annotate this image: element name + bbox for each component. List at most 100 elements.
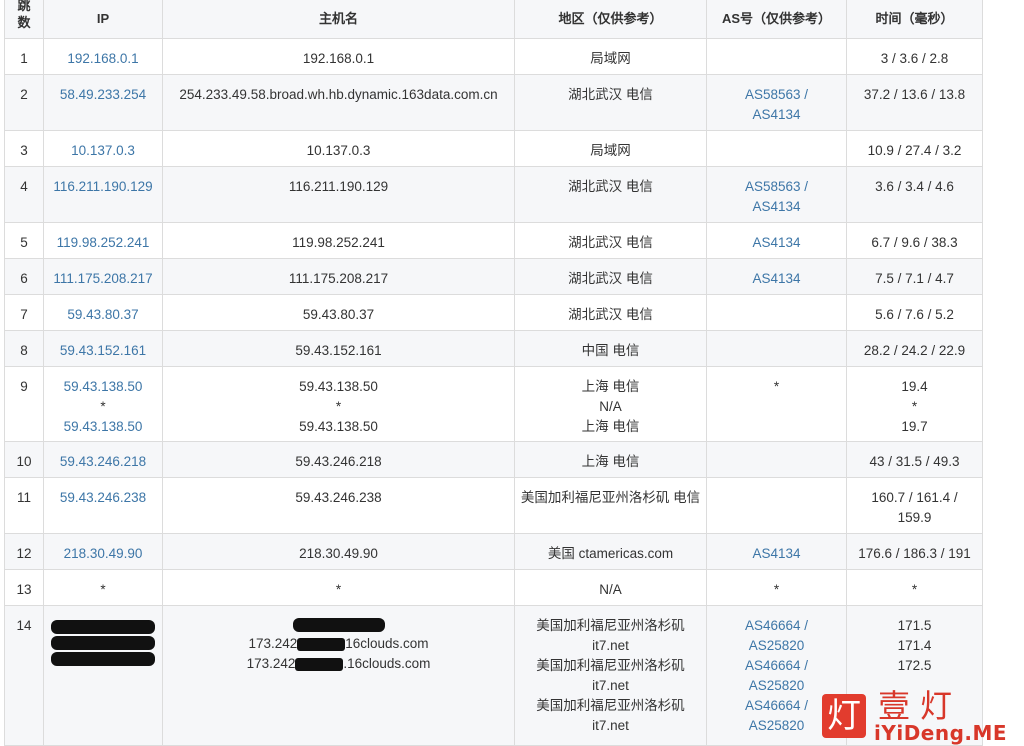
cell-time-text: 28.2 / 24.2 / 22.9 [863, 343, 966, 358]
cell-ip-text[interactable]: 59.43.246.238 [47, 488, 159, 508]
cell-ip-text[interactable]: 59.43.80.37 [47, 305, 159, 325]
cell-time-text: 159.9 [897, 510, 932, 525]
cell-hostname-text: * [335, 399, 342, 414]
cell-hostname: 119.98.252.241 [162, 222, 515, 259]
cell-as: * [706, 569, 847, 606]
cell-region: 湖北武汉 电信 [514, 74, 707, 131]
cell-region-text: 上海 电信 [581, 419, 640, 434]
cell-region-text: 中国 电信 [581, 343, 640, 358]
cell-as [706, 130, 847, 167]
cell-ip-text[interactable]: 59.43.138.50 [47, 417, 159, 437]
cell-region-text: 湖北武汉 电信 [568, 87, 653, 102]
cell-hop-text: 12 [16, 546, 32, 561]
cell-ip: 111.175.208.217 [43, 258, 163, 295]
header-hostname: 主机名 [162, 0, 515, 39]
cell-ip: 10.137.0.3 [43, 130, 163, 167]
traceroute-table: 跳 数 IP 主机名 地区（仅供参考） AS号（仅供参考） 时间（毫秒） 1 19… [4, 0, 983, 746]
cell-as-text[interactable]: AS46664 / [710, 616, 843, 636]
cell-region-text: N/A [599, 582, 622, 597]
cell-as-text[interactable]: AS58563 / [710, 85, 843, 105]
cell-hop-text: 14 [16, 618, 32, 633]
cell-ip: 218.30.49.90 [43, 533, 163, 570]
cell-hop-text: 13 [16, 582, 32, 597]
cell-region-text: 湖北武汉 电信 [568, 235, 653, 250]
table-body: 1 192.168.0.1 192.168.0.1 局域网 3 / 3.6 / 2.8 2… [4, 38, 983, 746]
cell-ip-text[interactable]: 192.168.0.1 [47, 49, 159, 69]
cell-time-text: 160.7 / 161.4 / [871, 490, 958, 505]
cell-as-text[interactable]: AS4134 [710, 544, 843, 564]
cell-region-text: it7.net [592, 638, 629, 653]
cell-as-text[interactable]: AS4134 [710, 197, 843, 217]
cell-region-text: 美国 ctamericas.com [547, 546, 674, 561]
cell-hop-text: 7 [20, 307, 28, 322]
cell-hostname-text: 192.168.0.1 [302, 51, 375, 66]
cell-time-text: 171.4 [897, 638, 932, 653]
cell-region: 局域网 [514, 38, 707, 75]
cell-region: 湖北武汉 电信 [514, 258, 707, 295]
cell-region-text: it7.net [592, 678, 629, 693]
cell-as-text[interactable]: AS4134 [710, 269, 843, 289]
cell-ip-text[interactable]: 119.98.252.241 [47, 233, 159, 253]
cell-as [706, 441, 847, 478]
cell-ip-text[interactable]: 111.175.208.217 [47, 269, 159, 289]
cell-as-text[interactable]: AS58563 / [710, 177, 843, 197]
table-row: 4 116.211.190.129 116.211.190.129 湖北武汉 电信 AS… [4, 166, 983, 223]
cell-region-text: 美国加利福尼亚州洛杉矶 [536, 618, 685, 633]
table-row: 7 59.43.80.37 59.43.80.37 湖北武汉 电信 5.6 / 7.6 … [4, 294, 983, 331]
cell-hop: 3 [4, 130, 44, 167]
cell-time-text: 19.7 [901, 419, 928, 434]
cell-time: 3 / 3.6 / 2.8 [846, 38, 983, 75]
cell-hop: 13 [4, 569, 44, 606]
cell-ip-text[interactable]: 10.137.0.3 [47, 141, 159, 161]
cell-ip-text[interactable]: 218.30.49.90 [47, 544, 159, 564]
cell-as: AS58563 /AS4134 [706, 74, 847, 131]
cell-hostname: 59.43.80.37 [162, 294, 515, 331]
cell-as: AS4134 [706, 258, 847, 295]
cell-time: 160.7 / 161.4 / 159.9 [846, 477, 983, 534]
cell-hop-text: 9 [20, 379, 28, 394]
cell-time-text: 171.5 [897, 618, 932, 633]
cell-region-text: 湖北武汉 电信 [568, 307, 653, 322]
cell-hostname: 59.43.246.238 [162, 477, 515, 534]
redaction-bar [51, 620, 155, 634]
cell-ip: * [43, 569, 163, 606]
cell-time-text: 176.6 / 186.3 / 191 [858, 546, 971, 561]
cell-as-text[interactable]: AS25820 [710, 636, 843, 656]
cell-region-text: 湖北武汉 电信 [568, 179, 653, 194]
cell-ip-text[interactable]: 59.43.138.50 [47, 377, 159, 397]
cell-time-text: 3.6 / 3.4 / 4.6 [875, 179, 954, 194]
table-row: 9 59.43.138.50 * 59.43.138.50 59.43.138.50 * 5… [4, 366, 983, 442]
table-row: 13 * * N/A * * [4, 569, 983, 606]
cell-hostname: 116.211.190.129 [162, 166, 515, 223]
table-row: 8 59.43.152.161 59.43.152.161 中国 电信 28.2 / 2… [4, 330, 983, 367]
cell-as-text[interactable]: AS4134 [710, 233, 843, 253]
cell-time: 37.2 / 13.6 / 13.8 [846, 74, 983, 131]
table-row: 2 58.49.233.254 254.233.49.58.broad.wh.hb.… [4, 74, 983, 131]
cell-ip-text: * [100, 399, 106, 414]
cell-hostname-text: 173.242 [246, 656, 296, 671]
cell-as-text[interactable]: AS4134 [710, 105, 843, 125]
cell-hostname-text: 59.43.246.238 [295, 490, 382, 505]
cell-hostname: 192.168.0.1 [162, 38, 515, 75]
cell-region-text: 美国加利福尼亚州洛杉矶 [536, 658, 685, 673]
cell-time: 6.7 / 9.6 / 38.3 [846, 222, 983, 259]
cell-region: 美国加利福尼亚州洛杉矶 it7.net 美国加利福尼亚州洛杉矶 it7.net 美国加利… [514, 605, 707, 746]
header-region: 地区（仅供参考） [514, 0, 707, 39]
cell-hostname: 254.233.49.58.broad.wh.hb.dynamic.163dat… [162, 74, 515, 131]
cell-ip-text[interactable]: 59.43.152.161 [47, 341, 159, 361]
table-row: 10 59.43.246.218 59.43.246.218 上海 电信 43 / 31… [4, 441, 983, 478]
cell-region-text: 上海 电信 [581, 379, 640, 394]
table-row: 1 192.168.0.1 192.168.0.1 局域网 3 / 3.6 / 2.8 [4, 38, 983, 75]
cell-ip-text[interactable]: 59.43.246.218 [47, 452, 159, 472]
cell-time-text: 10.9 / 27.4 / 3.2 [867, 143, 962, 158]
table-row: 12 218.30.49.90 218.30.49.90 美国 ctamericas.… [4, 533, 983, 570]
cell-hop-text: 2 [20, 87, 28, 102]
watermark-logo: 灯 壹灯 iYiDeng.ME [822, 687, 1007, 744]
redaction-bar [292, 618, 385, 632]
table-row: 5 119.98.252.241 119.98.252.241 湖北武汉 电信 AS41… [4, 222, 983, 259]
cell-time-text: 37.2 / 13.6 / 13.8 [863, 87, 966, 102]
cell-as-text[interactable]: AS46664 / [710, 656, 843, 676]
cell-ip-text[interactable]: 116.211.190.129 [47, 177, 159, 197]
cell-hop: 10 [4, 441, 44, 478]
cell-ip-text[interactable]: 58.49.233.254 [47, 85, 159, 105]
